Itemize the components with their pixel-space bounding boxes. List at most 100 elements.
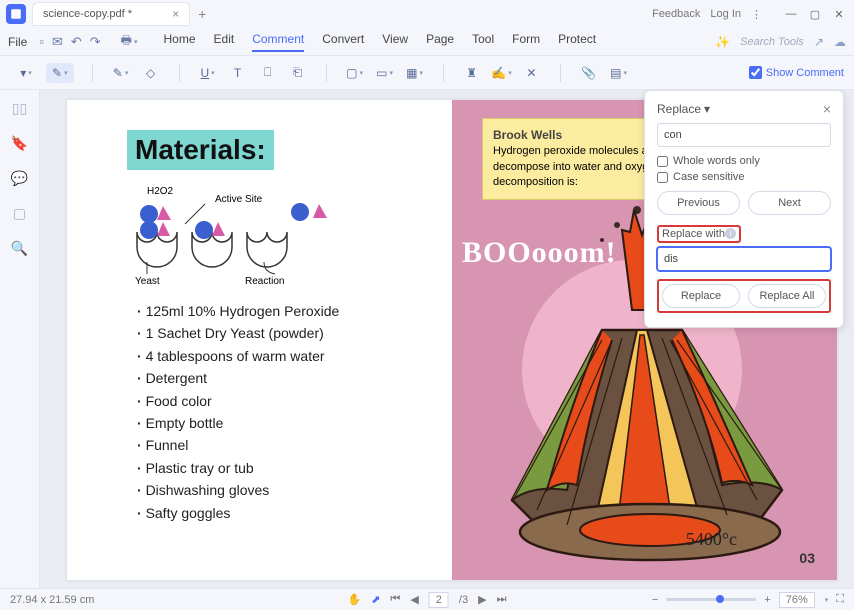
signature-tool-icon[interactable]: ✍▾ bbox=[492, 63, 512, 83]
replace-with-label: Replace with bbox=[662, 228, 725, 240]
tab-title: science-copy.pdf * bbox=[43, 8, 132, 20]
current-page-input[interactable]: 2 bbox=[429, 592, 449, 608]
case-sensitive-box[interactable] bbox=[657, 172, 668, 183]
minimize-icon[interactable]: — bbox=[782, 5, 800, 23]
search-icon[interactable]: 🔍 bbox=[11, 240, 28, 257]
zoom-dropdown-icon[interactable]: ▾ bbox=[825, 596, 829, 604]
list-item: Detergent bbox=[137, 367, 432, 389]
next-page-icon[interactable]: ▶ bbox=[478, 593, 486, 606]
list-item: 1 Sachet Dry Yeast (powder) bbox=[137, 322, 432, 344]
page-dimensions: 27.94 x 21.59 cm bbox=[10, 594, 94, 606]
kebab-menu-icon[interactable]: ⋮ bbox=[751, 8, 762, 21]
replace-mode-dropdown-icon[interactable]: ▾ bbox=[704, 102, 710, 116]
menu-edit[interactable]: Edit bbox=[214, 32, 235, 52]
underline-tool-icon[interactable]: U▾ bbox=[198, 63, 218, 83]
list-item: Empty bottle bbox=[137, 412, 432, 434]
menu-tool[interactable]: Tool bbox=[472, 32, 494, 52]
document-tab[interactable]: science-copy.pdf * × bbox=[32, 2, 190, 26]
new-tab-button[interactable]: + bbox=[198, 6, 206, 22]
note-tool-icon[interactable]: ▾▾ bbox=[16, 63, 36, 83]
measure-tool-icon[interactable]: ▭▾ bbox=[375, 63, 395, 83]
bookmarks-icon[interactable]: 🔖 bbox=[11, 135, 28, 152]
case-sensitive-checkbox[interactable]: Case sensitive bbox=[657, 171, 831, 183]
case-sensitive-label: Case sensitive bbox=[673, 171, 745, 183]
replace-input[interactable] bbox=[657, 247, 831, 271]
list-item: Safty goggles bbox=[137, 502, 432, 524]
materials-heading: Materials: bbox=[127, 130, 274, 170]
replace-panel: Replace ▾ × Whole words only Case sensit… bbox=[644, 90, 844, 328]
menu-home[interactable]: Home bbox=[164, 32, 196, 52]
whole-words-box[interactable] bbox=[657, 156, 668, 167]
show-comment-toggle[interactable]: Show Comment bbox=[749, 66, 844, 79]
statusbar: 27.94 x 21.59 cm ✋ ⬈ ⏮ ◀ 2 /3 ▶ ⏭ − + 76… bbox=[0, 588, 854, 610]
menu-page[interactable]: Page bbox=[426, 32, 454, 52]
zoom-value[interactable]: 76% bbox=[779, 592, 815, 608]
eraser-tool-icon[interactable]: ◇ bbox=[141, 63, 161, 83]
replace-title[interactable]: Replace bbox=[657, 102, 701, 116]
whole-words-label: Whole words only bbox=[673, 155, 760, 167]
list-item: Plastic tray or tub bbox=[137, 457, 432, 479]
close-window-icon[interactable]: ✕ bbox=[830, 5, 848, 23]
pointer-tool-icon[interactable]: ⬈ bbox=[371, 593, 380, 606]
feedback-link[interactable]: Feedback bbox=[652, 8, 700, 20]
menu-convert[interactable]: Convert bbox=[322, 32, 364, 52]
info-icon[interactable]: i bbox=[725, 228, 736, 239]
cloud-icon[interactable]: ☁ bbox=[834, 35, 846, 49]
zoom-out-icon[interactable]: − bbox=[652, 594, 658, 606]
comments-panel-icon[interactable]: ▤▾ bbox=[609, 63, 629, 83]
stamp-create-icon[interactable]: ▦▾ bbox=[405, 63, 425, 83]
next-button[interactable]: Next bbox=[748, 191, 831, 215]
select-tool-icon[interactable]: ✎▾ bbox=[46, 63, 74, 83]
show-comment-checkbox[interactable] bbox=[749, 66, 762, 79]
hand-tool-icon[interactable]: ✋ bbox=[348, 593, 362, 606]
share-icon[interactable]: ↗ bbox=[814, 35, 824, 49]
textbox-tool-icon[interactable]: ⎕ bbox=[258, 63, 278, 83]
stamp-tool-icon[interactable]: ♜ bbox=[462, 63, 482, 83]
document-canvas[interactable]: Materials: H2O2 Active Site bbox=[40, 90, 854, 588]
callout-tool-icon[interactable]: ⎗ bbox=[288, 63, 308, 83]
materials-list: 125ml 10% Hydrogen Peroxide 1 Sachet Dry… bbox=[127, 300, 432, 524]
previous-button[interactable]: Previous bbox=[657, 191, 740, 215]
page-total: /3 bbox=[459, 594, 468, 606]
redo-icon[interactable]: ↷ bbox=[90, 34, 101, 50]
replace-all-button[interactable]: Replace All bbox=[748, 284, 826, 308]
save-icon[interactable]: ▫ bbox=[39, 34, 44, 50]
prev-page-icon[interactable]: ◀ bbox=[410, 593, 418, 606]
print-icon[interactable]: 🖶▾ bbox=[121, 31, 138, 52]
ai-icon[interactable]: ✨ bbox=[715, 35, 730, 49]
close-panel-icon[interactable]: × bbox=[823, 101, 831, 117]
menu-protect[interactable]: Protect bbox=[558, 32, 596, 52]
menu-comment[interactable]: Comment bbox=[252, 32, 304, 52]
clear-tool-icon[interactable]: ✕ bbox=[522, 63, 542, 83]
attachments-icon[interactable]: ▢ bbox=[13, 205, 26, 222]
zoom-slider[interactable] bbox=[666, 598, 756, 601]
comments-icon[interactable]: 💬 bbox=[11, 170, 28, 187]
first-page-icon[interactable]: ⏮ bbox=[390, 593, 400, 606]
menu-form[interactable]: Form bbox=[512, 32, 540, 52]
search-tools-input[interactable]: Search Tools bbox=[740, 36, 804, 48]
fit-view-icon[interactable]: ⛶ bbox=[836, 593, 844, 606]
label-active-site: Active Site bbox=[215, 194, 263, 205]
undo-icon[interactable]: ↶ bbox=[71, 34, 82, 50]
replace-button[interactable]: Replace bbox=[662, 284, 740, 308]
shape-tool-icon[interactable]: ▢▾ bbox=[345, 63, 365, 83]
attachment-tool-icon[interactable]: 📎 bbox=[579, 63, 599, 83]
whole-words-checkbox[interactable]: Whole words only bbox=[657, 155, 831, 167]
boom-text: BOOooom! bbox=[462, 236, 617, 270]
search-input[interactable] bbox=[657, 123, 831, 147]
zoom-in-icon[interactable]: + bbox=[764, 594, 770, 606]
titlebar: science-copy.pdf * × + Feedback Log In ⋮… bbox=[0, 0, 854, 28]
thumbnails-icon[interactable]: ▯▯ bbox=[12, 100, 27, 117]
highlight-tool-icon[interactable]: ✎▾ bbox=[111, 63, 131, 83]
text-tool-icon[interactable]: T bbox=[228, 63, 248, 83]
file-menu[interactable]: File bbox=[8, 35, 27, 49]
menubar: File ▫ ✉ ↶ ↷ 🖶▾ Home Edit Comment Conver… bbox=[0, 28, 854, 56]
close-tab-icon[interactable]: × bbox=[172, 7, 179, 21]
login-link[interactable]: Log In bbox=[710, 8, 741, 20]
mail-icon[interactable]: ✉ bbox=[52, 34, 63, 50]
page-number: 03 bbox=[799, 550, 815, 566]
last-page-icon[interactable]: ⏭ bbox=[497, 593, 507, 606]
list-item: 4 tablespoons of warm water bbox=[137, 345, 432, 367]
maximize-icon[interactable]: ▢ bbox=[806, 5, 824, 23]
menu-view[interactable]: View bbox=[382, 32, 408, 52]
